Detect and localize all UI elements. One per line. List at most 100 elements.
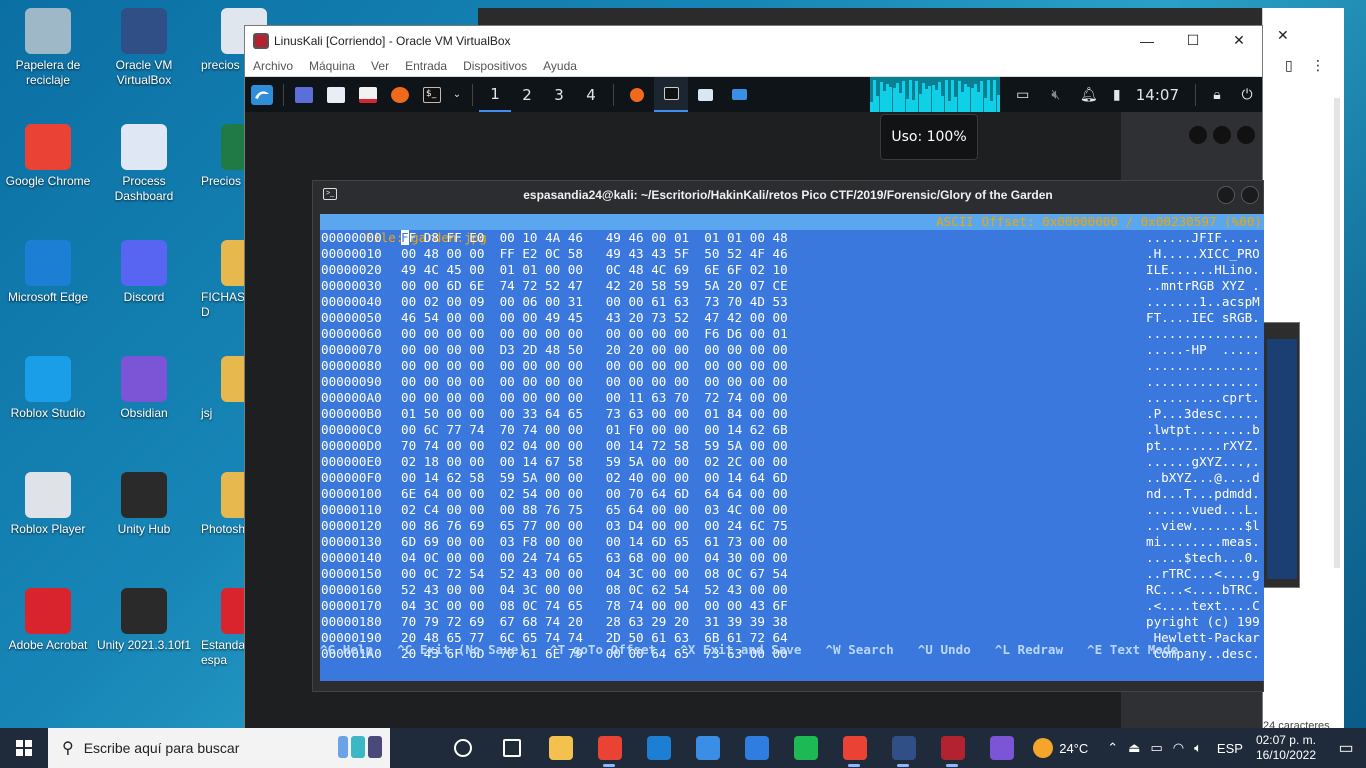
hex-row[interactable]: 00000130 6D 69 00 00 03 F8 00 00 00 14 6D… [320,534,1264,550]
chevron-up-icon[interactable]: ⌃ [1107,740,1118,756]
chevron-down-icon[interactable]: ⌄ [448,77,466,112]
hex-ascii[interactable]: ..rTRC...<....g [1146,566,1260,582]
hex-bytes[interactable]: 04 3C 00 00 08 0C 74 65 78 74 00 00 00 0… [401,598,788,614]
hex-bytes[interactable]: 00 02 00 09 00 06 00 31 00 00 61 63 73 7… [401,294,788,310]
taskbar-search[interactable]: ⚲ Escribe aquí para buscar [48,728,390,768]
widgets-icon[interactable] [487,728,536,768]
hex-bytes[interactable]: 6E 64 00 00 02 54 00 00 00 70 64 6D 64 6… [401,486,788,502]
notifications-icon[interactable]: 🔔︎ [1074,77,1104,112]
battery-icon[interactable]: ▮ [1104,77,1130,112]
menu-archivo[interactable]: Archivo [245,59,301,73]
chrome-icon[interactable] [585,728,634,768]
hex-ascii[interactable]: ............... [1146,326,1260,342]
workspace-3[interactable]: 3 [543,77,575,112]
hex-bytes[interactable]: 04 0C 00 00 00 24 74 65 63 68 00 00 04 3… [401,550,788,566]
power-icon[interactable]: ⏻ [1232,77,1262,112]
virtualbox-icon[interactable] [879,728,928,768]
hex-bytes[interactable]: 00 00 6D 6E 74 72 52 47 42 20 58 59 5A 2… [401,278,788,294]
workspace-4[interactable]: 4 [575,77,607,112]
hex-bytes[interactable]: 00 00 00 00 00 00 00 00 00 00 00 00 00 0… [401,374,788,390]
minimize-button[interactable] [1217,186,1235,204]
hex-row[interactable]: 00000080 00 00 00 00 00 00 00 00 00 00 00… [320,358,1264,374]
hex-editor[interactable]: File: garden.jpg ASCII Offset: 0x0000000… [320,214,1264,681]
hex-bytes[interactable]: 00 00 00 00 00 00 00 00 00 00 00 00 00 0… [401,358,788,374]
hex-row[interactable]: 000000F0 00 14 62 58 59 5A 00 00 02 40 00… [320,470,1264,486]
reader-mode-icon[interactable]: ▯ [1285,58,1293,74]
hex-ascii[interactable]: ILE......HLino. [1146,262,1260,278]
workspace-1[interactable]: 1 [479,77,511,112]
notification-icon[interactable]: ▭ [1326,738,1366,758]
hex-row[interactable]: 000000B0 01 50 00 00 00 33 64 65 73 63 00… [320,406,1264,422]
hex-ascii[interactable]: .<....text....C [1146,598,1260,614]
scrollbar[interactable] [1334,98,1340,568]
hex-row[interactable]: 00000010 00 48 00 00 FF E2 0C 58 49 43 43… [320,246,1264,262]
hex-bytes[interactable]: 00 6C 77 74 70 74 00 00 01 F0 00 00 00 1… [401,422,788,438]
hex-ascii[interactable]: .lwtpt........b [1146,422,1260,438]
hex-rows[interactable]: 00000000 FF D8 FF E0 00 10 4A 46 49 46 00… [320,230,1264,662]
hex-ascii[interactable]: .H.....XICC_PRO [1146,246,1260,262]
task-terminal-icon[interactable] [654,77,688,112]
windows-start-button[interactable] [0,728,48,768]
linuskali-vm-icon[interactable] [928,728,977,768]
desktop-icon[interactable]: Roblox Player [0,472,96,537]
desktop-icon[interactable]: Unity 2021.3.10f1 [96,588,192,653]
hex-row[interactable]: 00000000 FF D8 FF E0 00 10 4A 46 49 46 00… [320,230,1264,246]
hex-bytes[interactable]: 00 00 00 00 D3 2D 48 50 20 20 00 00 00 0… [401,342,788,358]
obsidian-icon[interactable] [977,728,1026,768]
hex-bytes[interactable]: 00 86 76 69 65 77 00 00 03 D4 00 00 00 2… [401,518,788,534]
desktop-icon[interactable]: Unity Hub [96,472,192,537]
desktop-icon[interactable]: Obsidian [96,356,192,421]
maximize-button[interactable] [1241,186,1259,204]
spotify-icon[interactable] [781,728,830,768]
workspace-2[interactable]: 2 [511,77,543,112]
hex-ascii[interactable]: ............... [1146,358,1260,374]
desktop-icon[interactable]: Roblox Studio [0,356,96,421]
hex-row[interactable]: 00000060 00 00 00 00 00 00 00 00 00 00 00… [320,326,1264,342]
minimize-button[interactable]: — [1124,26,1170,55]
taskbar-clock[interactable]: 02:07 p. m. 16/10/2022 [1256,733,1316,763]
hex-row[interactable]: 00000180 70 79 72 69 67 68 74 20 28 63 29… [320,614,1264,630]
hex-row[interactable]: 00000070 00 00 00 00 D3 2D 48 50 20 20 00… [320,342,1264,358]
firefox-icon[interactable] [384,77,416,112]
hex-bytes[interactable]: 00 00 00 00 00 00 00 00 00 00 00 00 F6 D… [401,326,788,342]
desktop-icon[interactable]: Papelera de reciclaje [0,8,96,88]
task-firefox-icon[interactable] [620,77,654,112]
hex-bytes[interactable]: 70 74 00 00 02 04 00 00 00 14 72 58 59 5… [401,438,788,454]
maximize-button[interactable]: ☐ [1170,26,1216,55]
weather-widget[interactable]: 24°C [1033,738,1088,758]
hex-ascii[interactable]: FT....IEC sRGB. [1146,310,1260,326]
menu-dispositivos[interactable]: Dispositivos [455,59,535,73]
hex-row[interactable]: 000000C0 00 6C 77 74 70 74 00 00 01 F0 00… [320,422,1264,438]
hex-ascii[interactable]: .P...3desc..... [1146,406,1260,422]
hex-row[interactable]: 000000A0 00 00 00 00 00 00 00 00 00 11 63… [320,390,1264,406]
panel-clock[interactable]: 14:07 [1130,86,1189,104]
hex-ascii[interactable]: ..view.......$l [1146,518,1260,534]
task-folder-icon[interactable] [722,77,756,112]
show-desktop-icon[interactable] [288,77,320,112]
terminal-launcher-icon[interactable]: $_ [416,77,448,112]
hex-ascii[interactable]: ......vued...L. [1146,502,1260,518]
hex-row[interactable]: 000000E0 02 18 00 00 00 14 67 58 59 5A 00… [320,454,1264,470]
hex-ascii[interactable]: RC...<....bTRC. [1146,582,1260,598]
hex-ascii[interactable]: .....$tech...0. [1146,550,1260,566]
hex-bytes[interactable]: 02 18 00 00 00 14 67 58 59 5A 00 00 02 2… [401,454,788,470]
desktop-icon[interactable]: Process Dashboard [96,124,192,204]
hex-row[interactable]: 00000040 00 02 00 09 00 06 00 31 00 00 61… [320,294,1264,310]
hex-bytes[interactable]: 00 0C 72 54 52 43 00 00 04 3C 00 00 08 0… [401,566,788,582]
store-icon[interactable] [683,728,732,768]
menu-ayuda[interactable]: Ayuda [535,59,585,73]
close-button[interactable]: ✕ [1216,26,1262,55]
desktop-icon[interactable]: Google Chrome [0,124,96,189]
hex-bytes[interactable]: 70 79 72 69 67 68 74 20 28 63 29 20 31 3… [401,614,788,630]
hex-bytes[interactable]: 52 43 00 00 04 3C 00 00 08 0C 62 54 52 4… [401,582,788,598]
hex-row[interactable]: 00000140 04 0C 00 00 00 24 74 65 63 68 00… [320,550,1264,566]
hex-row[interactable]: 000000D0 70 74 00 00 02 04 00 00 00 14 72… [320,438,1264,454]
hex-ascii[interactable]: ......gXYZ...,. [1146,454,1260,470]
hex-bytes[interactable]: 49 4C 45 00 01 01 00 00 0C 48 4C 69 6E 6… [401,262,788,278]
menu-maquina[interactable]: Máquina [301,59,363,73]
hex-row[interactable]: 00000110 02 C4 00 00 00 88 76 75 65 64 00… [320,502,1264,518]
file-manager-icon[interactable] [320,77,352,112]
kali-menu-icon[interactable] [245,77,279,112]
hex-ascii[interactable]: nd...T...pdmdd. [1146,486,1260,502]
hex-ascii[interactable]: .....-HP ..... [1146,342,1260,358]
